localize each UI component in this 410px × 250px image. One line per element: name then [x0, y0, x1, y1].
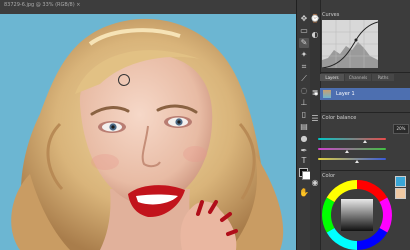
- dodge-icon[interactable]: ●: [299, 134, 309, 144]
- color-balance-title: Color balance: [322, 115, 357, 121]
- tab-paths[interactable]: Paths: [372, 74, 394, 81]
- color-balance-amount[interactable]: 20%: [393, 124, 409, 134]
- eye-icon[interactable]: ◉: [314, 91, 318, 97]
- eraser-icon[interactable]: ▯: [299, 110, 309, 120]
- hand-icon[interactable]: ✋: [299, 188, 309, 198]
- document-tab[interactable]: 83729-6.jpg @ 33% (RGB/8) ×: [0, 0, 296, 15]
- history-icon[interactable]: ⌚: [310, 14, 320, 24]
- tab-channels[interactable]: Channels: [345, 74, 371, 81]
- move-icon[interactable]: ✥: [299, 14, 309, 24]
- curves-graph[interactable]: [322, 20, 378, 68]
- yellow-blue-slider[interactable]: [318, 158, 386, 160]
- cyan-red-knob[interactable]: [363, 140, 367, 143]
- layer-name: Layer 1: [336, 91, 355, 97]
- panel-divider: [320, 112, 410, 113]
- image-canvas[interactable]: [0, 14, 296, 250]
- adjustments-icon[interactable]: ◐: [310, 30, 320, 40]
- cyan-red-slider[interactable]: [318, 138, 386, 140]
- properties-icon[interactable]: ☰: [310, 114, 320, 124]
- magenta-green-knob[interactable]: [345, 150, 349, 153]
- color-fg-swatch[interactable]: [395, 176, 406, 187]
- crop-icon[interactable]: ⌗: [299, 62, 309, 72]
- text-icon[interactable]: T: [299, 156, 309, 166]
- portrait-photo: [0, 14, 296, 250]
- wand-icon[interactable]: ✦: [299, 50, 309, 60]
- eyedropper-icon[interactable]: ⟋: [299, 74, 309, 84]
- yellow-blue-knob[interactable]: [355, 160, 359, 163]
- marquee-icon[interactable]: ▭: [299, 26, 309, 36]
- color-bg-swatch[interactable]: [395, 188, 406, 199]
- layer-row[interactable]: [320, 88, 410, 100]
- panel-divider: [320, 72, 410, 73]
- magenta-green-slider[interactable]: [318, 148, 386, 150]
- gradient-icon[interactable]: ▤: [299, 122, 309, 132]
- color-wheel[interactable]: [322, 180, 392, 250]
- document-tab-label: 83729-6.jpg @ 33% (RGB/8) ×: [4, 2, 81, 8]
- color-panel-icon[interactable]: ◉: [310, 178, 320, 188]
- layer-thumbnail: [323, 90, 331, 98]
- tab-layers[interactable]: Layers: [320, 74, 344, 81]
- color-panel-title: Color: [322, 173, 336, 179]
- brush-icon[interactable]: ✎: [299, 38, 309, 48]
- curves-panel-title: Curves: [322, 12, 340, 18]
- stamp-icon[interactable]: ⊥: [299, 98, 309, 108]
- pen-icon[interactable]: ✒: [299, 146, 309, 156]
- lasso-icon[interactable]: ◌: [299, 86, 309, 96]
- panel-divider: [320, 170, 410, 171]
